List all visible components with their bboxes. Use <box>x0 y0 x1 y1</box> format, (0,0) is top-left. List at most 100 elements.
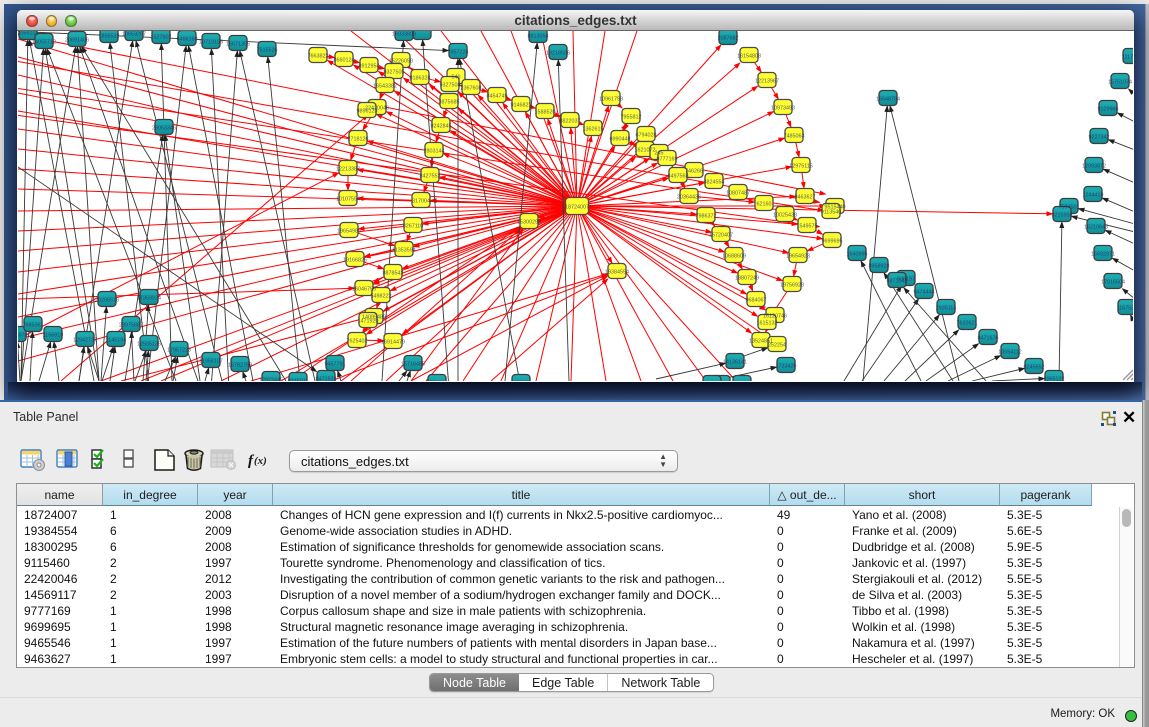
svg-text:17957223: 17957223 <box>167 347 191 353</box>
svg-text:7857224: 7857224 <box>448 49 469 55</box>
svg-text:10688609: 10688609 <box>722 253 746 259</box>
svg-text:6794028: 6794028 <box>636 132 657 138</box>
svg-text:8427552: 8427552 <box>420 173 441 179</box>
svg-text:19756928: 19756928 <box>780 282 804 288</box>
svg-text:3215958: 3215958 <box>1052 212 1073 218</box>
svg-text:546: 546 <box>452 74 461 80</box>
svg-text:9457791: 9457791 <box>325 361 346 367</box>
svg-text:20691406: 20691406 <box>65 37 89 43</box>
svg-text:12213387: 12213387 <box>336 166 360 172</box>
svg-text:(x): (x) <box>254 455 267 467</box>
svg-text:2367608: 2367608 <box>461 85 482 91</box>
svg-text:15300295: 15300295 <box>517 219 541 225</box>
svg-text:16154808: 16154808 <box>737 53 761 59</box>
svg-text:10719155: 10719155 <box>199 39 223 45</box>
svg-text:9474444: 9474444 <box>914 289 935 295</box>
svg-text:8958928: 8958928 <box>869 263 890 269</box>
svg-text:19166825: 19166825 <box>343 257 367 263</box>
svg-text:11958107: 11958107 <box>199 358 223 364</box>
svg-text:1471920: 1471920 <box>358 318 379 324</box>
svg-text:9896123: 9896123 <box>357 108 378 114</box>
svg-text:7955812: 7955812 <box>621 114 642 120</box>
svg-text:16543382: 16543382 <box>373 83 397 89</box>
svg-text:1362615: 1362615 <box>583 126 604 132</box>
svg-text:15720407: 15720407 <box>709 232 733 238</box>
svg-text:252254: 252254 <box>768 342 786 348</box>
svg-text:2935114: 2935114 <box>936 305 957 311</box>
svg-text:1167533: 1167533 <box>1117 305 1133 311</box>
svg-text:16210643: 16210643 <box>1084 224 1108 230</box>
svg-text:10025438: 10025438 <box>773 212 797 218</box>
svg-text:14055712: 14055712 <box>32 39 56 45</box>
svg-text:6871042: 6871042 <box>887 278 908 284</box>
svg-text:16914479: 16914479 <box>381 339 405 345</box>
svg-text:11353594: 11353594 <box>392 247 416 253</box>
svg-text:1156819: 1156819 <box>43 332 64 338</box>
svg-text:10653267: 10653267 <box>122 31 146 37</box>
svg-text:12923445: 12923445 <box>259 377 283 381</box>
svg-text:12213967: 12213967 <box>755 78 779 84</box>
svg-text:12942737: 12942737 <box>73 337 97 343</box>
svg-text:8878542: 8878542 <box>383 270 404 276</box>
svg-text:12505135: 12505135 <box>137 341 161 347</box>
svg-text:7685061: 7685061 <box>23 322 44 328</box>
svg-text:9327508: 9327508 <box>440 82 461 88</box>
svg-text:16671355: 16671355 <box>226 41 250 47</box>
svg-text:1065122: 1065122 <box>1044 376 1065 381</box>
svg-text:62160: 62160 <box>757 201 772 207</box>
svg-text:317004: 317004 <box>412 198 430 204</box>
svg-text:15751074: 15751074 <box>1108 79 1132 85</box>
svg-text:12975115: 12975115 <box>789 163 813 169</box>
svg-text:29053346: 29053346 <box>152 125 176 131</box>
svg-text:15226058: 15226058 <box>389 58 413 64</box>
svg-text:18807249: 18807249 <box>735 275 759 281</box>
svg-text:3822037: 3822037 <box>560 118 581 124</box>
svg-text:16120746: 16120746 <box>763 313 787 319</box>
svg-text:1244419: 1244419 <box>1083 192 1104 198</box>
svg-text:8660124: 8660124 <box>334 57 355 63</box>
svg-text:10973493: 10973493 <box>771 105 795 111</box>
svg-text:6466160: 6466160 <box>177 36 198 42</box>
svg-text:19654985: 19654985 <box>337 228 361 234</box>
svg-text:19218506: 19218506 <box>546 50 570 56</box>
svg-text:9699695: 9699695 <box>822 238 843 244</box>
svg-text:9463627: 9463627 <box>795 194 816 200</box>
svg-text:2059101: 2059101 <box>18 31 39 36</box>
svg-text:1615132: 1615132 <box>757 320 778 326</box>
svg-text:2087682: 2087682 <box>718 35 739 41</box>
svg-text:10107554: 10107554 <box>336 196 360 202</box>
svg-text:19384554: 19384554 <box>605 269 629 275</box>
svg-text:7986372: 7986372 <box>696 213 717 219</box>
svg-text:3875685: 3875685 <box>439 99 460 105</box>
svg-text:10961758: 10961758 <box>599 96 623 102</box>
svg-text:1117504: 1117504 <box>1122 54 1133 60</box>
svg-text:2803144: 2803144 <box>424 148 445 154</box>
svg-text:1856532: 1856532 <box>99 33 120 39</box>
svg-text:9227342: 9227342 <box>1089 134 1110 140</box>
svg-text:18724007: 18724007 <box>565 204 589 210</box>
svg-text:9129966: 9129966 <box>1098 106 1119 112</box>
svg-text:9242845: 9242845 <box>431 123 452 129</box>
svg-text:8813054: 8813054 <box>528 33 549 39</box>
svg-text:9245011: 9245011 <box>288 378 309 381</box>
svg-text:9327505: 9327505 <box>384 69 405 75</box>
svg-text:7594501: 7594501 <box>1059 204 1080 210</box>
svg-text:8471523: 8471523 <box>316 376 337 381</box>
svg-text:9472301: 9472301 <box>511 380 532 381</box>
svg-text:7515526: 7515526 <box>257 47 278 53</box>
svg-text:7485063: 7485063 <box>784 133 805 139</box>
svg-text:1588520: 1588520 <box>535 109 556 115</box>
svg-text:10807487: 10807487 <box>726 190 750 196</box>
svg-text:9146821: 9146821 <box>511 102 532 108</box>
svg-text:17016504: 17016504 <box>1101 279 1125 285</box>
svg-text:20206516: 20206516 <box>95 297 119 303</box>
svg-text:3913970: 3913970 <box>18 332 28 338</box>
svg-text:16046755: 16046755 <box>352 286 376 292</box>
svg-text:16033809: 16033809 <box>392 31 416 37</box>
svg-text:23975887: 23975887 <box>119 322 143 328</box>
svg-text:1640995: 1640995 <box>847 251 868 257</box>
svg-text:2718126: 2718126 <box>348 136 369 142</box>
svg-text:8186328: 8186328 <box>410 75 431 81</box>
svg-text:5498222: 5498222 <box>371 293 392 299</box>
svg-text:9684067: 9684067 <box>746 297 767 303</box>
